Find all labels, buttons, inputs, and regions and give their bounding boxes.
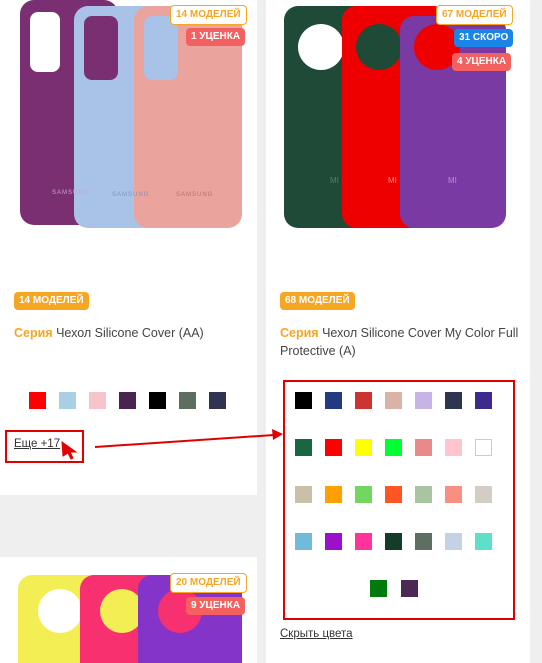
brand-label: SAMSUNG: [52, 190, 90, 196]
phone-case-purple: [400, 16, 506, 228]
brand-label: SAMSUNG: [176, 192, 214, 198]
product-title[interactable]: Серия Чехол Silicone Cover My Color Full…: [280, 324, 520, 360]
brand-label: MI: [388, 176, 397, 185]
series-label: Серия: [14, 326, 53, 340]
brand-label: SAMSUNG: [112, 192, 150, 198]
color-swatch[interactable]: [179, 392, 196, 409]
brand-label: MI: [330, 176, 339, 185]
models-count-badge: 20 МОДЕЛЕЙ: [170, 573, 247, 593]
product-name: Чехол Silicone Cover (AA): [56, 326, 204, 340]
markdown-badge: 4 УЦЕНКА: [452, 53, 512, 71]
hide-colors-link[interactable]: Скрыть цвета: [280, 628, 353, 640]
color-swatch[interactable]: [29, 392, 46, 409]
color-swatch[interactable]: [59, 392, 76, 409]
markdown-badge: 9 УЦЕНКА: [186, 597, 246, 615]
color-swatch[interactable]: [149, 392, 166, 409]
series-label: Серия: [280, 326, 319, 340]
models-count-badge: 67 МОДЕЛЕЙ: [436, 5, 513, 25]
color-swatch[interactable]: [209, 392, 226, 409]
color-swatch[interactable]: [119, 392, 136, 409]
product-title[interactable]: Серия Чехол Silicone Cover (AA): [14, 324, 244, 342]
brand-label: MI: [448, 176, 457, 185]
markdown-badge: 1 УЦЕНКА: [186, 28, 246, 46]
product-card-left[interactable]: SAMSUNG SAMSUNG SAMSUNG 14 МОДЕЛЕЙ 1 УЦЕ…: [0, 0, 257, 495]
models-count-label: 68 МОДЕЛЕЙ: [280, 292, 355, 310]
models-count-badge: 14 МОДЕЛЕЙ: [170, 5, 247, 25]
coming-soon-badge: 31 СКОРО: [454, 29, 514, 47]
annotation-box-color-grid: [283, 380, 515, 620]
models-count-label: 14 МОДЕЛЕЙ: [14, 292, 89, 310]
cursor-icon: [61, 440, 78, 460]
color-swatch[interactable]: [89, 392, 106, 409]
product-card-bottom[interactable]: 20 МОДЕЛЕЙ 9 УЦЕНКА: [0, 557, 257, 663]
